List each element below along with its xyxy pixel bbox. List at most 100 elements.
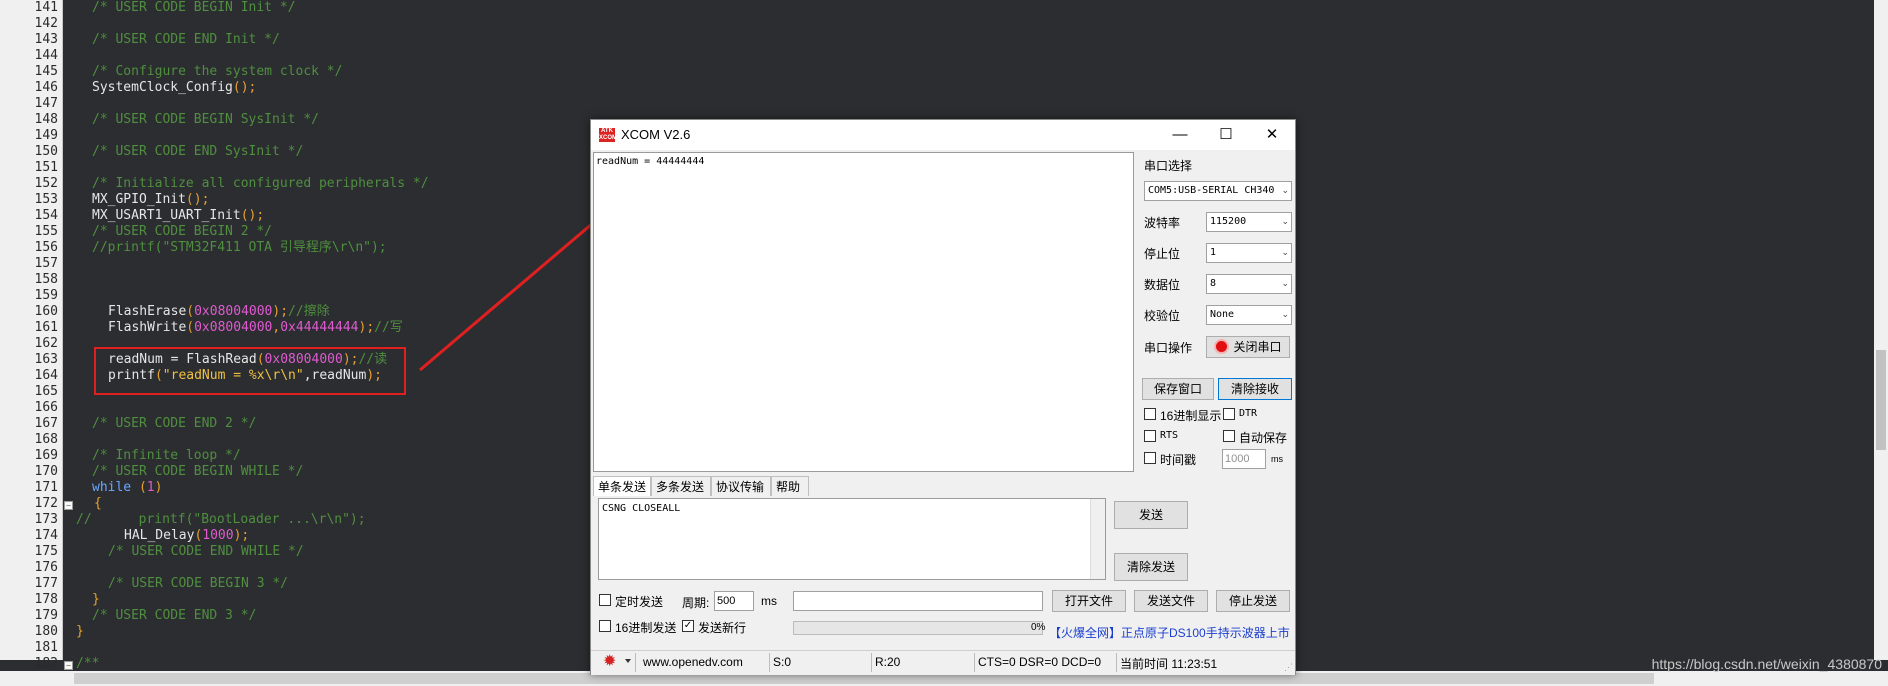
line-number: 171 — [34, 480, 58, 495]
ad-link[interactable]: 【火爆全网】正点原子DS100手持示波器上市 — [1049, 624, 1290, 641]
send-newline-checkbox[interactable]: ✓ — [682, 620, 694, 632]
code-line-148: /* USER CODE BEGIN SysInit */ — [92, 112, 319, 127]
tab-help[interactable]: 帮助 — [771, 476, 809, 496]
function-name: MX_USART1_UART_Init — [92, 208, 241, 223]
line-number: 179 — [34, 608, 58, 623]
punctuation: ); — [272, 304, 289, 319]
line-number: 150 — [34, 144, 58, 159]
punctuation: ); — [358, 320, 375, 335]
line-number: 141 — [34, 0, 58, 15]
tab-multi-send[interactable]: 多条发送 — [651, 476, 711, 496]
code-line-160: FlashErase(0x08004000);//擦除 — [108, 304, 330, 320]
baud-value: 115200 — [1210, 216, 1247, 227]
dtr-label: DTR — [1239, 408, 1258, 419]
code-line-179: /* USER CODE END 3 */ — [92, 608, 257, 623]
close-port-label: 关闭串口 — [1233, 340, 1282, 354]
line-number: 151 — [34, 160, 58, 175]
code-line-177: /* USER CODE BEGIN 3 */ — [108, 576, 289, 591]
maximize-button[interactable]: ☐ — [1203, 120, 1249, 150]
fold-toggle-icon[interactable]: − — [64, 501, 73, 510]
send-textarea[interactable]: CSNG CLOSEALL — [598, 498, 1106, 580]
period-input[interactable]: 500 — [714, 591, 754, 611]
period-unit: ms — [761, 594, 777, 608]
number-literal: 0x08004000 — [194, 320, 273, 335]
clear-send-button[interactable]: 清除发送 — [1114, 553, 1188, 581]
timed-send-checkbox[interactable] — [599, 594, 611, 606]
code-line-145: /* Configure the system clock */ — [92, 64, 343, 79]
tab-single-send[interactable]: 单条发送 — [593, 476, 651, 496]
code-line-153: MX_GPIO_Init(); — [92, 192, 209, 208]
keyword: while — [92, 480, 132, 495]
parity-select[interactable]: None ⌄ — [1206, 305, 1292, 325]
window-title: XCOM V2.6 — [621, 127, 691, 142]
punctuation: ( — [131, 480, 147, 495]
timestamp-interval-input[interactable]: 1000 — [1222, 449, 1266, 469]
send-scrollbar[interactable] — [1090, 499, 1105, 579]
file-path-input[interactable] — [793, 591, 1043, 611]
timed-send-label: 定时发送 — [615, 595, 664, 609]
tab-protocol[interactable]: 协议传输 — [711, 476, 771, 496]
baud-select[interactable]: 115200 ⌄ — [1206, 212, 1292, 232]
timestamp-checkbox[interactable] — [1144, 452, 1156, 464]
resize-grip-icon[interactable]: ⋰ — [1284, 662, 1293, 673]
settings-gear-icon[interactable]: ✹ — [603, 654, 616, 670]
punctuation: (); — [240, 208, 265, 223]
line-number: 180 — [34, 624, 58, 639]
status-current-time: 当前时间 11:23:51 — [1120, 657, 1218, 671]
minimize-button[interactable]: — — [1157, 120, 1203, 150]
autosave-checkbox[interactable] — [1223, 430, 1235, 442]
receive-area[interactable]: readNum = 44444444 — [593, 152, 1134, 472]
line-number: 160 — [34, 304, 58, 319]
chevron-down-icon: ⌄ — [1281, 248, 1289, 258]
port-value: COM5:USB-SERIAL CH340 — [1148, 185, 1275, 196]
clear-receive-button[interactable]: 清除接收 — [1218, 378, 1292, 400]
parity-value: None — [1210, 309, 1235, 320]
close-button[interactable]: ✕ — [1249, 120, 1295, 150]
databits-select[interactable]: 8 ⌄ — [1206, 274, 1292, 294]
line-number: 166 — [34, 400, 58, 415]
line-number: 173 — [34, 512, 58, 527]
function-name: FlashErase — [108, 304, 187, 319]
punctuation: ) — [154, 480, 163, 495]
title-bar[interactable]: ATK XCOM XCOM V2.6 — ☐ ✕ — [591, 120, 1295, 150]
stop-send-button[interactable]: 停止发送 — [1216, 590, 1290, 612]
line-number: 153 — [34, 192, 58, 207]
xcom-window: ATK XCOM XCOM V2.6 — ☐ ✕ readNum = 44444… — [590, 119, 1296, 675]
dtr-checkbox[interactable] — [1223, 408, 1235, 420]
punctuation: ( — [186, 304, 195, 319]
line-number: 152 — [34, 176, 58, 191]
vertical-scrollbar[interactable] — [1874, 0, 1888, 660]
progress-percent: 0% — [1031, 622, 1046, 633]
dropdown-arrow-icon[interactable] — [625, 659, 631, 663]
vertical-scrollbar-thumb[interactable] — [1876, 350, 1886, 450]
port-select[interactable]: COM5:USB-SERIAL CH340 ⌄ — [1144, 181, 1292, 201]
stopbits-select[interactable]: 1 ⌄ — [1206, 243, 1292, 263]
code-line-173: // printf("BootLoader ...\r\n"); — [76, 512, 366, 527]
chevron-down-icon: ⌄ — [1281, 310, 1289, 320]
open-file-button[interactable]: 打开文件 — [1052, 590, 1126, 612]
line-number: 170 — [34, 464, 58, 479]
line-number: 154 — [34, 208, 58, 223]
period-label: 周期: — [682, 596, 710, 610]
rts-checkbox[interactable] — [1144, 430, 1156, 442]
number-literal: 1000 — [202, 528, 234, 543]
line-number: 147 — [34, 96, 58, 111]
code-line-161: FlashWrite(0x08004000,0x44444444);//写 — [108, 320, 403, 336]
send-file-button[interactable]: 发送文件 — [1134, 590, 1208, 612]
chevron-down-icon: ⌄ — [1281, 279, 1289, 289]
save-window-button[interactable]: 保存窗口 — [1142, 378, 1214, 400]
close-port-button[interactable]: 关闭串口 — [1206, 336, 1290, 358]
status-website[interactable]: www.openedv.com — [643, 655, 743, 669]
hex-display-checkbox[interactable] — [1144, 408, 1156, 420]
code-line-154: MX_USART1_UART_Init(); — [92, 208, 264, 224]
comment: //写 — [374, 320, 403, 335]
line-number: 149 — [34, 128, 58, 143]
databits-label: 数据位 — [1144, 278, 1181, 292]
code-line-141: /* USER CODE BEGIN Init */ — [92, 0, 296, 15]
fold-toggle-icon[interactable]: − — [64, 661, 73, 670]
hex-send-checkbox[interactable] — [599, 620, 611, 632]
status-sent-count: S:0 — [773, 655, 792, 669]
send-button[interactable]: 发送 — [1114, 501, 1188, 529]
code-line-155: /* USER CODE BEGIN 2 */ — [92, 224, 273, 239]
code-line-146: SystemClock_Config(); — [92, 80, 256, 96]
